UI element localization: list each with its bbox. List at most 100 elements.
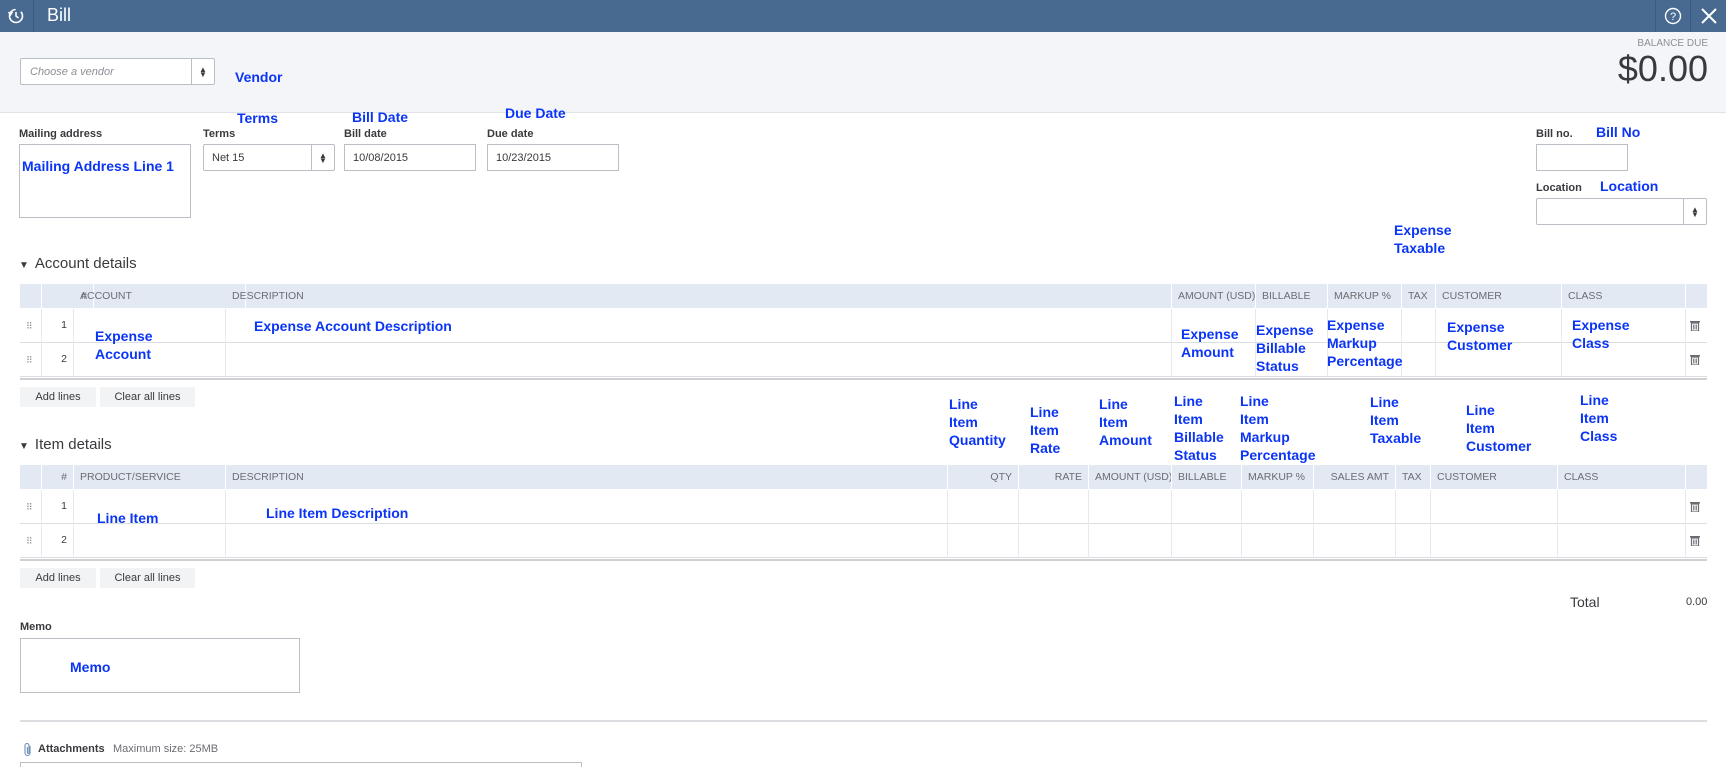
col-qty: QTY (948, 465, 1019, 489)
location-label: Location (1536, 182, 1582, 194)
annotation-vendor: Vendor (235, 69, 283, 85)
total-label: Total (1570, 594, 1600, 610)
col-customer: CUSTOMER (1436, 284, 1562, 308)
annotation-line-item-markup-percentage: Line Item Markup Percentage (1240, 393, 1316, 463)
annotation-expense-account-description: Expense Account Description (254, 318, 452, 334)
chevron-updown-icon: ▲ ▼ (1683, 199, 1706, 224)
drag-handle-icon[interactable]: ⠿ (26, 536, 33, 547)
annotation-expense-markup-percentage: Expense Markup Percentage (1327, 317, 1403, 369)
col-product-service: PRODUCT/SERVICE (74, 465, 226, 489)
annotation-expense-customer: Expense Customer (1447, 319, 1513, 353)
window-title: Bill (47, 5, 72, 25)
section-divider (20, 720, 1707, 722)
caret-down-icon: ▼ (19, 441, 29, 452)
annotation-line-item-description: Line Item Description (266, 505, 409, 521)
chevron-updown-icon: ▲ ▼ (191, 59, 214, 84)
account-details-toggle[interactable]: ▼ Account details (19, 255, 137, 272)
location-select[interactable]: ▲ ▼ (1536, 198, 1707, 225)
col-class: CLASS (1558, 465, 1686, 489)
title-bar: Bill ? (0, 0, 1726, 32)
col-amount: AMOUNT (USD) (1172, 284, 1256, 308)
due-date-field[interactable]: 10/23/2015 (487, 144, 619, 171)
caret-down-icon: ▼ (19, 260, 29, 271)
paperclip-icon (22, 742, 34, 763)
col-sales-amt: SALES AMT (1314, 465, 1396, 489)
annotation-due-date: Due Date (505, 105, 566, 121)
drag-handle-icon[interactable]: ⠿ (26, 502, 33, 513)
total-value: 0.00 (1686, 596, 1708, 608)
annotation-bill-date: Bill Date (352, 109, 409, 125)
annotation-location: Location (1600, 178, 1659, 194)
account-clear-all-lines-button[interactable]: Clear all lines (100, 387, 195, 407)
terms-select[interactable]: Net 15 ▲ ▼ (203, 144, 335, 171)
memo-field[interactable] (20, 638, 300, 693)
annotation-expense-account: Expense Account (95, 328, 153, 362)
attachments-drop-zone[interactable] (20, 762, 582, 767)
mailing-address-label: Mailing address (19, 128, 103, 140)
annotation-terms: Terms (237, 110, 278, 126)
col-billable: BILLABLE (1256, 284, 1328, 308)
chevron-updown-icon: ▲ ▼ (311, 145, 334, 170)
mailing-address-field[interactable] (19, 144, 191, 218)
memo-label: Memo (20, 621, 52, 633)
col-billable: BILLABLE (1172, 465, 1242, 489)
table-bottom-border (20, 559, 1707, 561)
col-tax: TAX (1396, 465, 1431, 489)
annotation-expense-amount: Expense Amount (1181, 326, 1239, 360)
annotation-expense-taxable: Expense Taxable (1394, 222, 1452, 256)
help-icon[interactable]: ? (1656, 0, 1690, 32)
drag-handle-icon[interactable]: ⠿ (26, 321, 33, 332)
annotation-line-item-amount: Line Item Amount (1099, 396, 1152, 448)
col-class: CLASS (1562, 284, 1686, 308)
col-markup: MARKUP % (1328, 284, 1402, 308)
col-markup: MARKUP % (1242, 465, 1314, 489)
svg-text:?: ? (1670, 11, 1676, 23)
trash-icon[interactable] (1690, 501, 1700, 515)
annotation-bill-no: Bill No (1596, 124, 1641, 140)
terms-label: Terms (203, 128, 236, 140)
col-amount: AMOUNT (USD) (1089, 465, 1172, 489)
vendor-select[interactable]: Choose a vendor ▲ ▼ (20, 58, 215, 85)
row-number: 1 (61, 500, 67, 512)
annotation-expense-billable-status: Expense Billable Status (1256, 322, 1314, 374)
recent-transactions-icon[interactable] (0, 0, 32, 32)
account-add-lines-button[interactable]: Add lines (20, 387, 96, 407)
row-number: 2 (61, 353, 67, 365)
annotation-line-item-taxable: Line Item Taxable (1370, 394, 1422, 446)
col-account: ACCOUNT (74, 284, 246, 308)
bill-date-field[interactable]: 10/08/2015 (344, 144, 476, 171)
annotation-line-item-rate: Line Item Rate (1030, 404, 1061, 456)
annotation-expense-class: Expense Class (1572, 317, 1630, 351)
item-clear-all-lines-button[interactable]: Clear all lines (100, 568, 195, 588)
annotation-line-item-customer: Line Item Customer (1466, 402, 1532, 454)
trash-icon[interactable] (1690, 535, 1700, 549)
drag-handle-icon[interactable]: ⠿ (26, 355, 33, 366)
bill-date-value: 10/08/2015 (353, 152, 409, 164)
col-rate: RATE (1019, 465, 1089, 489)
account-table-header: # ACCOUNT DESCRIPTION AMOUNT (USD) BILLA… (20, 284, 1707, 308)
bill-date-label: Bill date (344, 128, 387, 140)
col-tax: TAX (1402, 284, 1436, 308)
due-date-label: Due date (487, 128, 534, 140)
col-number: # (42, 465, 74, 489)
balance-due-value: $0.00 (1617, 48, 1708, 89)
bill-no-field[interactable] (1536, 144, 1628, 171)
trash-icon[interactable] (1690, 354, 1700, 368)
col-description: DESCRIPTION (226, 284, 1172, 308)
table-bottom-border (20, 378, 1707, 380)
close-icon[interactable] (1691, 0, 1726, 32)
item-details-toggle[interactable]: ▼ Item details (19, 436, 112, 453)
bill-header: Choose a vendor ▲ ▼ Vendor BALANCE DUE $0… (0, 32, 1726, 113)
row-number: 2 (61, 534, 67, 546)
col-description: DESCRIPTION (226, 465, 948, 489)
annotation-line-item-quantity: Line Item Quantity (949, 396, 1006, 448)
terms-value: Net 15 (212, 152, 245, 164)
table-row[interactable]: ⠿ 2 (20, 524, 1707, 558)
trash-icon[interactable] (1690, 320, 1700, 334)
bill-no-label: Bill no. (1536, 128, 1573, 140)
annotation-line-item-billable-status: Line Item Billable Status (1174, 393, 1224, 463)
item-add-lines-button[interactable]: Add lines (20, 568, 96, 588)
vendor-placeholder: Choose a vendor (30, 66, 114, 78)
annotation-memo: Memo (70, 659, 111, 675)
due-date-value: 10/23/2015 (496, 152, 552, 164)
